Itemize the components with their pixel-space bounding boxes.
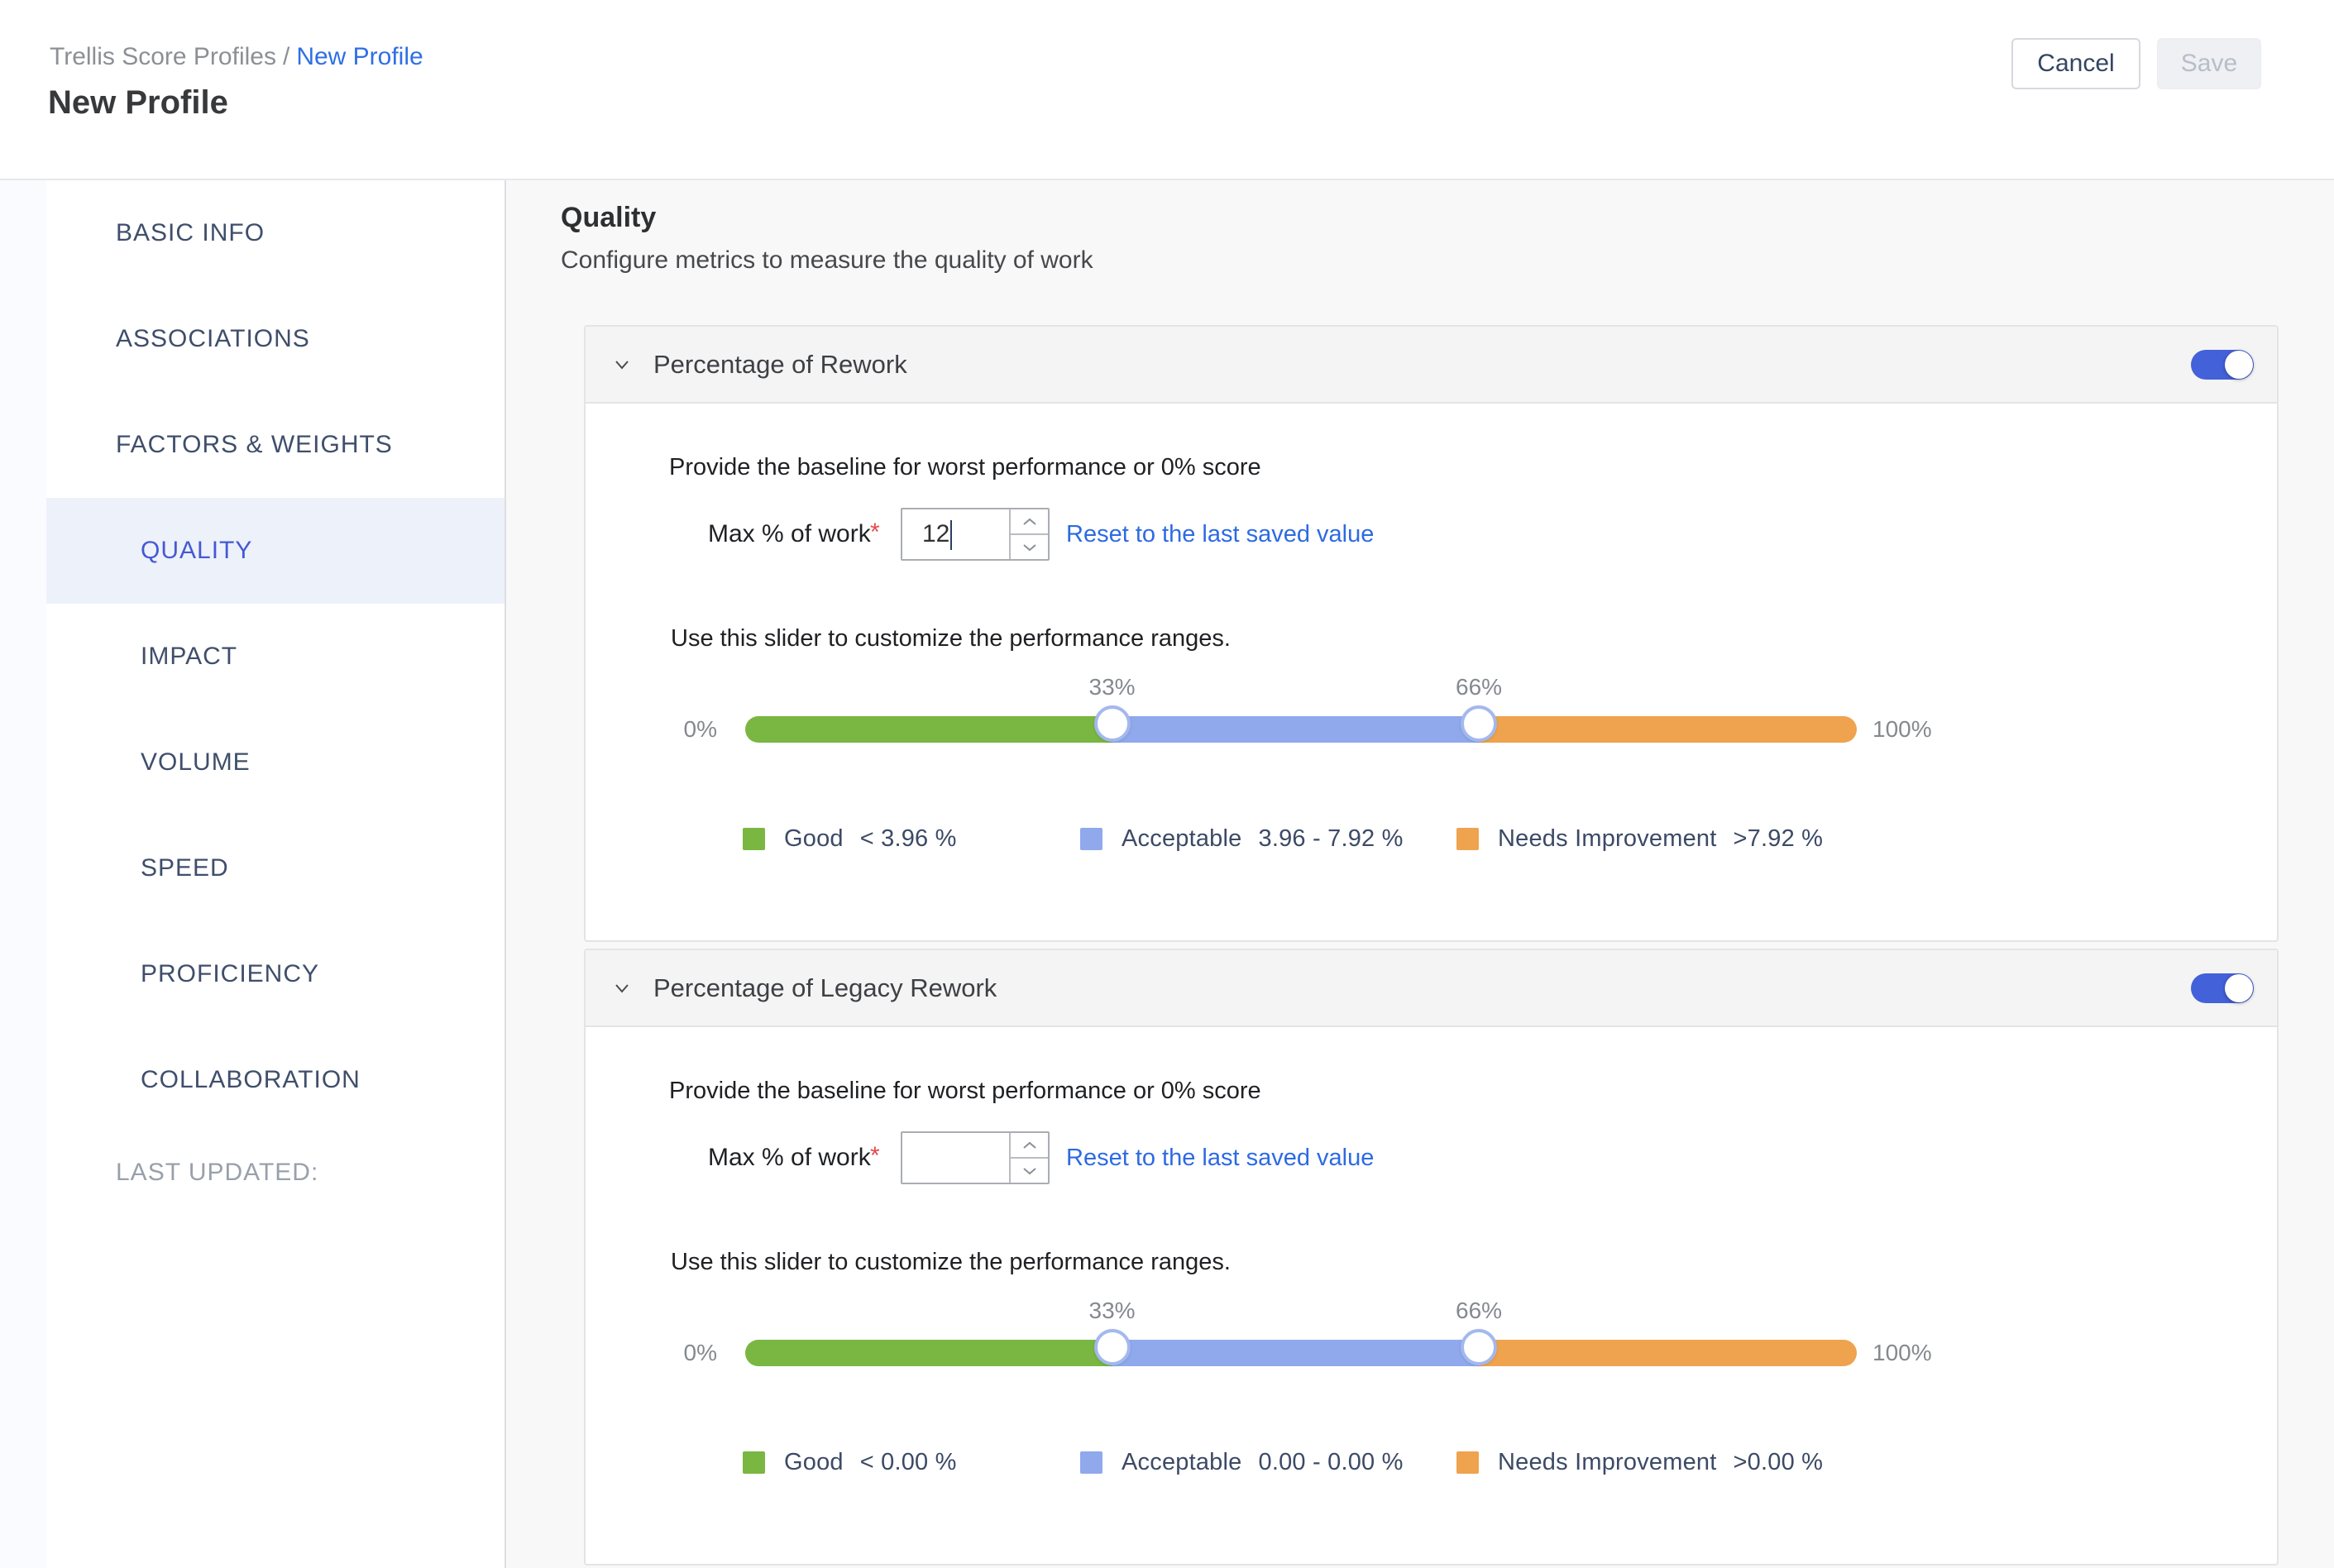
chevron-down-icon[interactable] <box>610 353 634 376</box>
legend-range: < 3.96 % <box>860 825 957 853</box>
page-title: New Profile <box>48 84 228 122</box>
slider-max-label: 100% <box>1872 1340 1932 1366</box>
legend-range: < 0.00 % <box>860 1449 957 1476</box>
legend-range: >7.92 % <box>1734 825 1824 853</box>
cancel-button[interactable]: Cancel <box>2011 38 2140 89</box>
slider-handle1-tick: 33% <box>1088 1298 1135 1324</box>
slider-segment-good <box>745 1340 1112 1366</box>
slider-handle2-tick: 66% <box>1456 1298 1502 1324</box>
legend-item-good: Good < 3.96 % <box>743 825 957 853</box>
sidebar-item-associations[interactable]: ASSOCIATIONS <box>46 286 505 392</box>
slider-handle-2[interactable] <box>1461 1329 1497 1365</box>
slider-segment-needs-improvement <box>1479 1340 1857 1366</box>
sidebar-item-factors-weights[interactable]: FACTORS & WEIGHTS <box>46 392 505 498</box>
legend-item-acceptable: Acceptable 3.96 - 7.92 % <box>1080 825 1404 853</box>
sidebar-item-volume[interactable]: VOLUME <box>46 710 505 815</box>
slider-handle-2[interactable] <box>1461 705 1497 742</box>
toggle-knob <box>2225 351 2253 379</box>
legend-name: Good <box>784 1449 844 1476</box>
slider-segment-needs-improvement <box>1479 716 1857 743</box>
slider-legend: Good < 0.00 % Acceptable 0.00 - 0.00 % N… <box>586 1449 2277 1475</box>
breadcrumb-separator: / <box>276 43 296 70</box>
app-header: Trellis Score Profiles/New Profile New P… <box>0 0 2334 180</box>
metric-enabled-toggle[interactable] <box>2191 350 2254 380</box>
slider-track <box>745 1340 1857 1366</box>
slider-handle2-tick: 66% <box>1456 674 1502 700</box>
slider-segment-acceptable <box>1112 1340 1480 1366</box>
legend-swatch-acceptable <box>1080 1451 1102 1474</box>
legend-item-needs-improvement: Needs Improvement >0.00 % <box>1456 1449 1823 1476</box>
legend-swatch-good <box>743 828 765 850</box>
legend-swatch-acceptable <box>1080 828 1102 850</box>
section-subtitle: Configure metrics to measure the quality… <box>561 246 1093 275</box>
metric-card-percentage-of-rework: Percentage of Rework Provide the baselin… <box>584 325 2279 942</box>
toggle-knob <box>2225 974 2253 1002</box>
sidebar-item-impact[interactable]: IMPACT <box>46 604 505 710</box>
legend-item-good: Good < 0.00 % <box>743 1449 957 1476</box>
slider-max-label: 100% <box>1872 716 1932 743</box>
slider-segment-acceptable <box>1112 716 1480 743</box>
left-gutter <box>0 180 46 1568</box>
slider-legend: Good < 3.96 % Acceptable 3.96 - 7.92 % N… <box>586 825 2277 852</box>
slider-track <box>745 716 1857 743</box>
sidebar-item-speed[interactable]: SPEED <box>46 815 505 921</box>
sidebar-item-proficiency[interactable]: PROFICIENCY <box>46 921 505 1027</box>
breadcrumb: Trellis Score Profiles/New Profile <box>50 43 423 71</box>
metric-card-percentage-of-legacy-rework: Percentage of Legacy Rework Provide the … <box>584 949 2279 1566</box>
legend-name: Acceptable <box>1122 825 1242 853</box>
legend-name: Needs Improvement <box>1498 1449 1717 1476</box>
save-button[interactable]: Save <box>2157 38 2261 89</box>
slider-handle-1[interactable] <box>1094 1329 1131 1365</box>
legend-name: Good <box>784 825 844 853</box>
legend-swatch-needs-improvement <box>1456 1451 1479 1474</box>
section-title: Quality <box>561 202 656 234</box>
sidebar-item-collaboration[interactable]: COLLABORATION <box>46 1027 505 1133</box>
slider-min-label: 0% <box>643 716 717 743</box>
breadcrumb-current[interactable]: New Profile <box>296 43 423 70</box>
legend-range: >0.00 % <box>1734 1449 1824 1476</box>
legend-name: Needs Improvement <box>1498 825 1717 853</box>
legend-range: 3.96 - 7.92 % <box>1259 825 1404 853</box>
legend-swatch-needs-improvement <box>1456 828 1479 850</box>
sidebar-item-quality[interactable]: QUALITY <box>46 498 505 604</box>
breadcrumb-parent[interactable]: Trellis Score Profiles <box>50 43 276 70</box>
legend-name: Acceptable <box>1122 1449 1242 1476</box>
slider-segment-good <box>745 716 1112 743</box>
sidebar-item-basic-info[interactable]: BASIC INFO <box>46 180 505 286</box>
slider-min-label: 0% <box>643 1340 717 1366</box>
slider-handle1-tick: 33% <box>1088 674 1135 700</box>
chevron-down-icon[interactable] <box>610 977 634 1000</box>
metric-enabled-toggle[interactable] <box>2191 973 2254 1003</box>
slider-handle-1[interactable] <box>1094 705 1131 742</box>
legend-item-needs-improvement: Needs Improvement >7.92 % <box>1456 825 1823 853</box>
sidebar-last-updated: LAST UPDATED: <box>46 1133 505 1212</box>
legend-item-acceptable: Acceptable 0.00 - 0.00 % <box>1080 1449 1404 1476</box>
sidebar-nav: BASIC INFO ASSOCIATIONS FACTORS & WEIGHT… <box>46 180 506 1568</box>
legend-swatch-good <box>743 1451 765 1474</box>
legend-range: 0.00 - 0.00 % <box>1259 1449 1404 1476</box>
